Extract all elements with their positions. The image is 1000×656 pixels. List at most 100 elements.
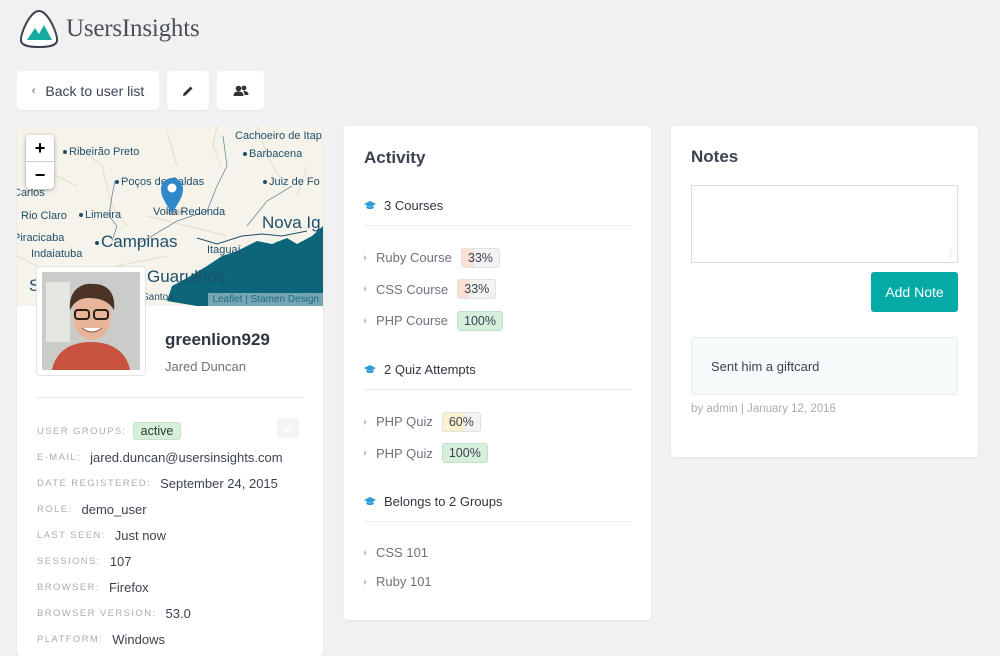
- field-label: E-mail:: [37, 451, 82, 463]
- quiz-name: PHP Quiz: [376, 414, 433, 430]
- map-city-label: Campinas: [95, 232, 178, 252]
- caret-right-icon: [364, 254, 367, 261]
- field-browser: Browser: Firefox: [37, 574, 283, 600]
- chevron-left-icon: ‹: [31, 84, 36, 97]
- field-value: Firefox: [108, 579, 149, 595]
- courses-section: 3 Courses Ruby Course 33% CSS Course 33%: [364, 194, 632, 337]
- quizzes-section: 2 Quiz Attempts PHP Quiz 60% PHP Quiz 10…: [364, 358, 632, 469]
- field-value: Just now: [114, 527, 167, 543]
- graduation-cap-icon: [364, 365, 376, 374]
- user-fields: User Groups: active E-mail: jared.duncan…: [37, 418, 283, 652]
- section-heading: Belongs to 2 Groups: [364, 490, 632, 512]
- field-value: 107: [109, 553, 132, 569]
- field-value: demo_user: [81, 501, 147, 517]
- field-label: Browser:: [37, 581, 100, 593]
- group-name: Ruby 101: [376, 574, 432, 589]
- map-attribution: Leaflet | Stamen Design: [208, 293, 323, 306]
- note-text: Sent him a giftcard: [711, 358, 820, 374]
- resize-handle-icon[interactable]: ⋮: [947, 250, 955, 258]
- course-item[interactable]: Ruby Course 33%: [364, 242, 632, 274]
- field-last-seen: Last Seen: Just now: [37, 522, 283, 548]
- caret-right-icon: [364, 578, 367, 585]
- course-progress: 33%: [460, 247, 500, 268]
- field-label: Date Registered:: [37, 477, 152, 489]
- quiz-name: PHP Quiz: [376, 445, 433, 461]
- users-icon: [233, 85, 248, 96]
- field-label: Last Seen:: [37, 529, 106, 541]
- quiz-item[interactable]: PHP Quiz 100%: [364, 438, 632, 470]
- map-city-label: Juiz de Fo: [263, 176, 320, 188]
- notes-title: Notes: [691, 147, 739, 166]
- leaflet-link[interactable]: Leaflet: [212, 294, 242, 305]
- field-label: Platform:: [37, 633, 104, 645]
- group-item[interactable]: Ruby 101: [364, 567, 632, 596]
- caret-right-icon: [364, 549, 367, 556]
- divider: [36, 397, 304, 398]
- back-label: Back to user list: [45, 82, 145, 99]
- map-city-label: Barbacena: [243, 148, 302, 160]
- quiz-item[interactable]: PHP Quiz 60%: [364, 406, 632, 438]
- course-item[interactable]: CSS Course 33%: [364, 274, 632, 306]
- map-city-label: Ribeirão Preto: [63, 146, 139, 158]
- course-name: PHP Course: [376, 313, 449, 329]
- groups-section: Belongs to 2 Groups CSS 101 Ruby 101: [364, 490, 632, 596]
- divider: [364, 225, 632, 226]
- group-item[interactable]: CSS 101: [364, 538, 632, 567]
- map-city-label: Guarulhos: [147, 267, 226, 286]
- map-marker-icon[interactable]: [159, 176, 185, 216]
- graduation-cap-icon: [364, 497, 376, 506]
- group-name: CSS 101: [376, 545, 429, 560]
- caret-right-icon: [364, 450, 367, 457]
- note-textarea[interactable]: [691, 185, 958, 263]
- stamen-link[interactable]: Stamen Design: [251, 294, 319, 305]
- edit-user-button[interactable]: [167, 71, 209, 110]
- note-meta: by admin | January 12, 2016: [691, 403, 836, 415]
- course-name: Ruby Course: [376, 250, 452, 266]
- field-role: Role: demo_user: [37, 496, 283, 522]
- section-heading: 3 Courses: [364, 194, 632, 216]
- profile-card: Cachoeiro de Itap Ribeirão Preto Barbace…: [17, 126, 323, 656]
- caret-right-icon: [364, 317, 367, 324]
- back-to-user-list-button[interactable]: ‹ Back to user list: [17, 71, 159, 110]
- activity-title: Activity: [364, 148, 426, 167]
- field-email: E-mail: jared.duncan@usersinsights.com: [37, 444, 283, 470]
- map-zoom-control: + −: [26, 135, 54, 189]
- map-city-label: Rio de: [275, 238, 323, 257]
- field-date-registered: Date Registered: September 24, 2015: [37, 470, 283, 496]
- field-user-groups: User Groups: active: [37, 418, 283, 444]
- field-label: User Groups:: [37, 425, 127, 437]
- user-group-badge[interactable]: active: [132, 422, 182, 440]
- note-item: Sent him a giftcard: [691, 337, 958, 395]
- quiz-score: 60%: [441, 411, 481, 432]
- field-value: jared.duncan@usersinsights.com: [90, 449, 283, 465]
- activity-card: Activity 3 Courses Ruby Course 33% CSS C…: [344, 126, 651, 620]
- course-name: CSS Course: [376, 281, 449, 297]
- map-city-label: Nova Ig: [262, 213, 321, 232]
- caret-right-icon: [364, 418, 367, 425]
- field-label: Sessions:: [37, 555, 101, 567]
- divider: [364, 389, 632, 390]
- map-city-label: Limeira: [79, 209, 121, 221]
- notes-card: Notes ⋮ Add Note Sent him a giftcard by …: [671, 126, 978, 457]
- username: greenlion929: [165, 330, 270, 349]
- field-label: Role:: [37, 503, 73, 515]
- user-photo: [42, 272, 140, 370]
- map-city-label: Indaiatuba: [31, 248, 83, 260]
- mountain-logo-icon: [19, 9, 59, 49]
- avatar: [36, 266, 146, 376]
- field-browser-version: Browser Version: 53.0: [37, 600, 283, 626]
- field-value: 53.0: [165, 605, 191, 621]
- field-platform: Platform: Windows: [37, 626, 283, 652]
- course-item[interactable]: PHP Course 100%: [364, 305, 632, 337]
- quiz-score: 100%: [441, 443, 488, 464]
- zoom-out-button[interactable]: −: [26, 162, 54, 189]
- section-heading: 2 Quiz Attempts: [364, 358, 632, 380]
- zoom-in-button[interactable]: +: [26, 135, 54, 162]
- map-city-label: Rio Claro: [21, 210, 67, 222]
- user-groups-button[interactable]: [217, 71, 264, 110]
- add-note-button[interactable]: Add Note: [871, 272, 958, 312]
- field-sessions: Sessions: 107: [37, 548, 283, 574]
- field-value: Windows: [112, 631, 166, 647]
- edit-user-groups-button[interactable]: [277, 418, 299, 438]
- app-logo[interactable]: UsersInsights: [18, 8, 200, 50]
